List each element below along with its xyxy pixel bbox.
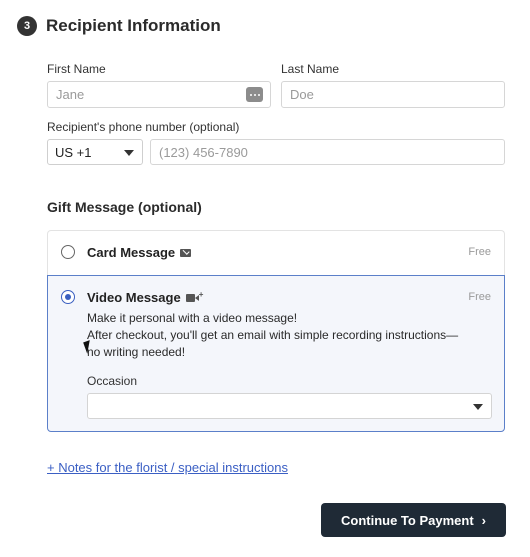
continue-button-label: Continue To Payment [341, 512, 474, 528]
country-code-value: US +1 [55, 144, 92, 160]
video-camera-icon: + [185, 290, 203, 303]
description-line: After checkout, you'll get an email with… [87, 328, 459, 342]
video-message-radio[interactable] [61, 290, 75, 304]
continue-to-payment-button[interactable]: Continue To Payment › [321, 503, 506, 537]
phone-placeholder: (123) 456-7890 [159, 144, 248, 160]
section-title: Recipient Information [46, 16, 221, 35]
video-message-description: Make it personal with a video message! A… [87, 310, 499, 361]
envelope-icon [180, 248, 192, 257]
last-name-placeholder: Doe [290, 87, 314, 102]
gift-message-title: Gift Message (optional) [47, 199, 202, 215]
first-name-placeholder: Jane [56, 87, 85, 102]
chevron-right-icon: › [481, 512, 486, 528]
phone-label: Recipient's phone number (optional) [47, 120, 240, 134]
video-message-option[interactable]: Video Message + Free Make it personal wi… [47, 275, 505, 432]
phone-input[interactable]: (123) 456-7890 [150, 139, 505, 165]
section-header: 3 Recipient Information [17, 16, 221, 36]
last-name-input[interactable]: Doe [281, 81, 505, 108]
card-message-option[interactable]: Card Message Free [47, 230, 505, 275]
country-code-select[interactable]: US +1 [47, 139, 143, 165]
first-name-label: First Name [47, 62, 106, 76]
chevron-down-icon [473, 404, 483, 410]
step-number-badge: 3 [17, 16, 37, 36]
occasion-label: Occasion [87, 374, 138, 388]
occasion-select[interactable] [87, 393, 492, 419]
chevron-down-icon [124, 150, 134, 156]
video-message-label: Video Message [87, 290, 181, 305]
first-name-input[interactable]: Jane [47, 81, 271, 108]
card-message-price: Free [468, 246, 491, 258]
card-message-title: Card Message [87, 245, 192, 260]
last-name-label: Last Name [281, 62, 340, 76]
description-line: Make it personal with a video message! [87, 311, 298, 325]
video-message-title: Video Message + [87, 290, 203, 305]
autofill-icon[interactable] [246, 87, 263, 102]
video-message-price: Free [468, 291, 491, 303]
card-message-label: Card Message [87, 245, 176, 260]
description-line: no writing needed! [87, 345, 186, 359]
florist-notes-link[interactable]: + Notes for the florist / special instru… [47, 460, 288, 475]
card-message-radio[interactable] [61, 245, 75, 259]
